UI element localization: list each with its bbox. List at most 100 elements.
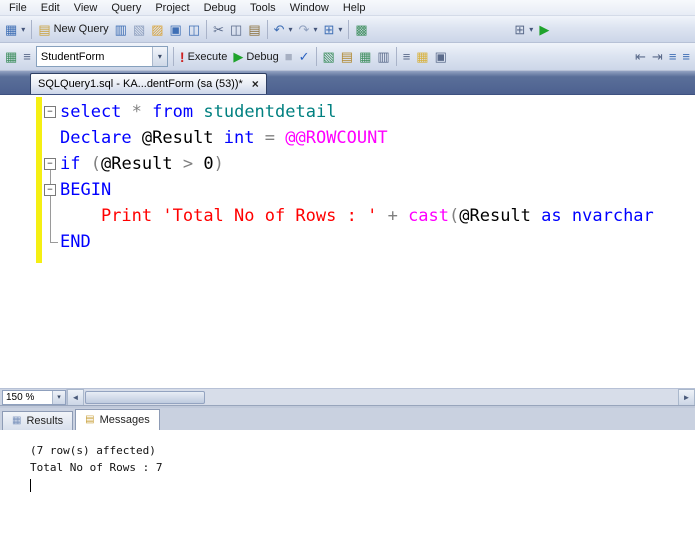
parse-icon[interactable]: ✓ (296, 46, 313, 68)
tab-results[interactable]: ▦ Results (2, 411, 74, 430)
editor-scroll-row: 150 % ▾ ◄ ► (0, 388, 695, 406)
chevron-down-icon[interactable]: ▾ (289, 25, 293, 34)
menu-item-debug[interactable]: Debug (197, 1, 243, 15)
comment-icon[interactable]: ≡ (666, 46, 680, 68)
results-to-text-icon[interactable]: ≡ (400, 46, 414, 68)
indent-decrease-icon[interactable]: ⇤ (632, 46, 649, 68)
redo-icon[interactable]: ↷ ▾ (296, 18, 321, 40)
uncomment-icon[interactable]: ≡ (679, 46, 693, 68)
sql-code-editor[interactable]: − − − select * from studentdetail Declare @… (0, 95, 695, 388)
fold-collapse-icon[interactable]: − (44, 106, 56, 118)
menu-item-view[interactable]: View (67, 1, 105, 15)
grid-dropdown-icon[interactable]: ⊞ ▾ (511, 18, 536, 40)
save-all-icon[interactable]: ◫ (185, 18, 203, 40)
fold-collapse-icon[interactable]: − (44, 158, 56, 170)
tab-results-label: Results (26, 415, 64, 427)
scroll-right-icon[interactable]: ► (678, 388, 695, 406)
save-icon[interactable]: ▣ (167, 18, 185, 40)
paste-icon[interactable]: ▤ (245, 18, 263, 40)
intellisense-icon[interactable]: ▦ (356, 46, 374, 68)
code-token: if (60, 154, 81, 174)
zoom-selector[interactable]: 150 % ▾ (2, 389, 66, 405)
cut-icon: ✂ (213, 21, 225, 37)
estimated-plan-icon[interactable]: ▧ (320, 46, 338, 68)
menu-item-window[interactable]: Window (283, 1, 336, 15)
database-combobox-value: StudentForm (40, 50, 105, 63)
menu-item-edit[interactable]: Edit (34, 1, 67, 15)
indent-increase-icon[interactable]: ⇥ (649, 46, 666, 68)
code-line-2[interactable]: Declare @Result int = @@ROWCOUNT (0, 125, 695, 151)
document-tab[interactable]: SQLQuery1.sql - KA...dentForm (sa (53))*… (30, 73, 267, 94)
debug-button[interactable]: ▶ Debug (230, 46, 281, 68)
paste-icon: ▤ (248, 21, 261, 37)
chevron-down-icon[interactable]: ▾ (338, 25, 342, 34)
navigate-icon[interactable]: ⊞ ▾ (320, 18, 345, 40)
undo-icon[interactable]: ↶ ▾ (271, 18, 296, 40)
horizontal-scrollbar[interactable]: ◄ ► (66, 388, 695, 406)
play-icon[interactable]: ▶ (536, 18, 552, 40)
messages-pane[interactable]: (7 row(s) affected) Total No of Rows : 7 (0, 430, 695, 547)
code-line-3[interactable]: if (@Result > 0) (0, 151, 695, 177)
code-token: @@ROWCOUNT (285, 128, 388, 148)
chevron-down-icon[interactable]: ▾ (52, 390, 65, 404)
activity-monitor-icon[interactable]: ▩ (352, 18, 370, 40)
menu-item-project[interactable]: Project (148, 1, 196, 15)
parse-icon: ✓ (298, 49, 310, 64)
chevron-down-icon[interactable]: ▾ (529, 25, 533, 34)
menu-item-file[interactable]: File (2, 1, 34, 15)
message-line: (7 row(s) affected) (30, 444, 156, 457)
sqlcmd-mode-icon: ≡ (23, 49, 31, 64)
code-line-6[interactable]: END (0, 229, 695, 255)
code-token: Declare (60, 128, 132, 148)
code-token: select (60, 102, 122, 122)
stop-icon[interactable]: ■ (282, 46, 296, 68)
toolbar-separator (395, 47, 397, 66)
chevron-down-icon[interactable]: ▾ (21, 25, 25, 34)
open-file-icon[interactable]: ▨ (148, 18, 166, 40)
database-combobox[interactable]: StudentForm ▾ (35, 46, 168, 67)
results-to-file-icon[interactable]: ▣ (432, 46, 450, 68)
copy-icon[interactable]: ◫ (227, 18, 245, 40)
actual-plan-icon: ▥ (377, 49, 390, 64)
query-options-icon[interactable]: ▤ (338, 46, 356, 68)
available-databases-icon[interactable]: ▦ (2, 46, 20, 68)
code-line-1[interactable]: select * from studentdetail (0, 99, 695, 125)
scrollbar-thumb[interactable] (85, 390, 205, 404)
play-icon: ▶ (539, 21, 550, 37)
new-query-button[interactable]: ▤ New Query (35, 18, 111, 40)
code-token: * (131, 102, 142, 122)
messages-lines: (7 row(s) affected) Total No of Rows : 7 (30, 442, 695, 476)
analysis-query-icon[interactable]: ▧ (130, 18, 148, 40)
tab-messages-label: Messages (99, 414, 150, 426)
results-to-grid-icon[interactable]: ▦ (413, 46, 431, 68)
code-token: END (60, 232, 91, 252)
new-connection-icon[interactable]: ▦ ▾ (2, 18, 28, 40)
sqlcmd-mode-icon[interactable]: ≡ (20, 46, 34, 68)
cut-icon[interactable]: ✂ (210, 18, 227, 40)
estimated-plan-icon: ▧ (322, 49, 335, 64)
code-line-5[interactable]: Print 'Total No of Rows : ' + cast(@Resu… (0, 203, 695, 229)
close-icon[interactable]: × (252, 78, 259, 90)
activity-monitor-icon: ▩ (355, 21, 368, 37)
execute-button[interactable]: ! Execute (177, 46, 230, 68)
menu-item-tools[interactable]: Tools (243, 1, 283, 15)
code-line-4[interactable]: BEGIN (0, 177, 695, 203)
scroll-left-icon[interactable]: ◄ (67, 388, 84, 406)
chevron-down-icon[interactable]: ▾ (151, 47, 167, 66)
new-query-button-label: New Query (53, 23, 109, 35)
fold-collapse-icon[interactable]: − (44, 184, 56, 196)
menu-item-help[interactable]: Help (336, 1, 373, 15)
database-engine-query-icon[interactable]: ▥ (112, 18, 130, 40)
actual-plan-icon[interactable]: ▥ (374, 46, 392, 68)
toolbar-separator (348, 19, 350, 39)
copy-icon: ◫ (230, 21, 243, 37)
chevron-down-icon[interactable]: ▾ (313, 25, 317, 34)
redo-icon: ↷ (298, 21, 310, 37)
tab-messages[interactable]: ▤ Messages (75, 409, 160, 430)
toolbar-separator (266, 19, 268, 39)
menu-item-query[interactable]: Query (104, 1, 148, 15)
comment-icon: ≡ (668, 49, 677, 64)
